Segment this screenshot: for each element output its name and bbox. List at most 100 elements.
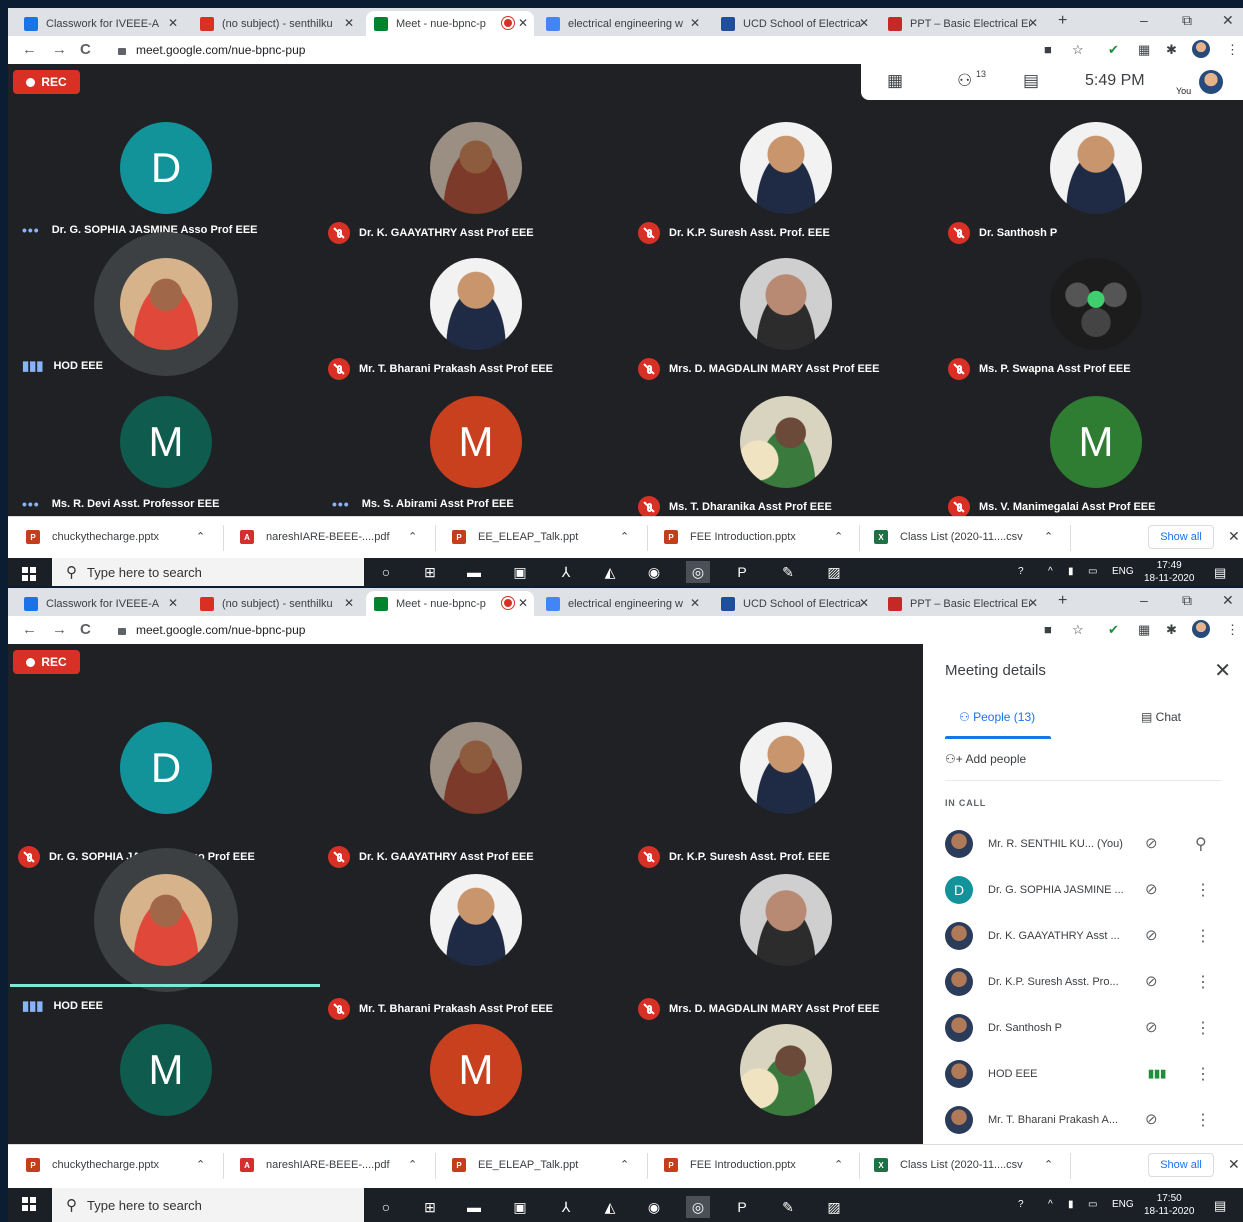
task-view-icon[interactable]: ⊞	[418, 561, 442, 583]
matlab-icon[interactable]: ◭	[598, 561, 622, 583]
minimize-button[interactable]: –	[1140, 592, 1148, 608]
participant-row[interactable]: Dr. K.P. Suresh Asst. Pro... ⊘ ⋮	[945, 962, 1225, 1002]
download-item[interactable]: P EE_ELEAP_Talk.ppt	[452, 530, 578, 544]
battery-icon[interactable]: ▭	[1088, 1199, 1097, 1210]
store-icon[interactable]: ▣	[508, 1196, 532, 1218]
mic-icon[interactable]: ▮	[1068, 566, 1074, 577]
puzzle-icon[interactable]: ✱	[1166, 42, 1177, 58]
participant-tile[interactable]: Mr. T. Bharani Prakash Asst Prof EEE	[320, 828, 630, 1020]
chevron-up-icon[interactable]: ⌃	[1044, 530, 1053, 543]
close-tab-icon[interactable]: ✕	[1028, 596, 1038, 610]
battery-icon[interactable]: ▭	[1088, 566, 1097, 577]
participant-tile[interactable]: Dr. Santhosh P	[940, 72, 1243, 244]
task-view-icon[interactable]: ⊞	[418, 1196, 442, 1218]
chevron-up-icon[interactable]: ⌃	[834, 1158, 843, 1171]
paint-icon[interactable]: ✎	[776, 561, 800, 583]
url-field[interactable]: meet.google.com/nue-bpnc-pup	[106, 39, 1036, 61]
chevron-up-icon[interactable]: ⌃	[620, 530, 629, 543]
close-tab-icon[interactable]: ✕	[168, 596, 178, 610]
close-icon[interactable]: ✕	[1214, 658, 1231, 683]
close-tab-icon[interactable]: ✕	[344, 16, 354, 30]
download-item[interactable]: AnareshIARE-BEEE-....pdf	[240, 530, 390, 544]
pin-icon[interactable]: ⚲	[1195, 834, 1207, 854]
participant-tile[interactable]: Dr. K. GAAYATHRY Asst Prof EEE	[320, 72, 630, 244]
participant-tile[interactable]: Dr. K.P. Suresh Asst. Prof. EEE	[630, 72, 940, 244]
tab-ucd[interactable]: UCD School of Electrica ✕	[713, 591, 875, 616]
tab-meet[interactable]: Meet - nue-bpnc-p ✕	[366, 591, 534, 616]
notification-icon[interactable]: ▤	[1214, 565, 1226, 581]
download-item[interactable]: Pchuckythecharge.pptx	[26, 530, 159, 544]
chevron-up-icon[interactable]: ⌃	[620, 1158, 629, 1171]
participant-tile[interactable]: Mrs. D. MAGDALIN MARY Asst Prof EEE	[630, 208, 940, 380]
chrome-canary-icon[interactable]: ◉	[642, 1196, 666, 1218]
photos-icon[interactable]: ▨	[822, 561, 846, 583]
language-indicator[interactable]: ENG	[1112, 1199, 1134, 1210]
show-all-button[interactable]: Show all	[1148, 525, 1214, 549]
participant-row[interactable]: Mr. R. SENTHIL KU... (You) ⊘ ⚲	[945, 824, 1225, 864]
tab-no[interactable]: (no subject) - senthilku ✕	[192, 11, 360, 36]
participant-tile[interactable]: Ms. T. Dharanika Asst Prof EEE	[630, 978, 940, 1170]
restore-button[interactable]: ⧉	[1182, 592, 1192, 609]
tab-classwork[interactable]: Classwork for IVEEE-A ✕	[16, 11, 184, 36]
chrome-canary-icon[interactable]: ◉	[642, 561, 666, 583]
reload-icon[interactable]: C	[80, 621, 91, 638]
acrobat-icon[interactable]: ⅄	[554, 1196, 578, 1218]
windows-start-icon[interactable]	[22, 567, 36, 581]
chevron-up-icon[interactable]: ^	[1048, 1199, 1053, 1210]
chevron-up-icon[interactable]: ⌃	[196, 530, 205, 543]
participant-tile[interactable]: Mrs. D. MAGDALIN MARY Asst Prof EEE	[630, 828, 940, 1020]
download-item[interactable]: Pchuckythecharge.pptx	[26, 1158, 159, 1172]
paint-icon[interactable]: ✎	[776, 1196, 800, 1218]
camera-icon[interactable]: ■	[1044, 622, 1052, 637]
back-icon[interactable]: ←	[22, 621, 37, 638]
participant-tile[interactable]: Ms. P. Swapna Asst Prof EEE	[940, 208, 1243, 380]
participant-tile[interactable]: Dr. K.P. Suresh Asst. Prof. EEE	[630, 676, 940, 868]
download-item[interactable]: X Class List (2020-11....csv	[874, 1158, 1023, 1172]
minimize-button[interactable]: –	[1140, 12, 1148, 28]
system-clock[interactable]: 17:49 18-11-2020	[1144, 559, 1194, 585]
forward-icon[interactable]: →	[52, 41, 67, 58]
participant-row[interactable]: Mr. T. Bharani Prakash A... ⊘ ⋮	[945, 1100, 1225, 1140]
participant-tile[interactable]: Mr. T. Bharani Prakash Asst Prof EEE	[320, 208, 630, 380]
participant-tile[interactable]: ▮▮▮ HOD EEE	[10, 208, 320, 373]
url-field[interactable]: meet.google.com/nue-bpnc-pup	[106, 619, 1036, 641]
close-icon[interactable]: ✕	[1228, 1156, 1240, 1173]
add-people-button[interactable]: ⚇+ Add people	[945, 752, 1026, 766]
chevron-up-icon[interactable]: ⌃	[408, 530, 417, 543]
chevron-up-icon[interactable]: ⌃	[408, 1158, 417, 1171]
participant-row[interactable]: Dr. Santhosh P ⊘ ⋮	[945, 1008, 1225, 1048]
camera-icon[interactable]: ■	[1044, 42, 1052, 57]
menu-icon[interactable]: ⋮	[1226, 622, 1239, 638]
chrome-icon[interactable]: ◎	[686, 1196, 710, 1218]
mic-icon[interactable]: ▮	[1068, 1199, 1074, 1210]
language-indicator[interactable]: ENG	[1112, 566, 1134, 577]
puzzle-icon[interactable]: ✱	[1166, 622, 1177, 638]
participant-tile[interactable]: M ••• Ms. S. Abirami Asst Prof EEE	[320, 346, 630, 512]
windows-start-icon[interactable]	[22, 1197, 36, 1211]
close-tab-icon[interactable]: ✕	[518, 16, 528, 30]
participant-row[interactable]: D Dr. G. SOPHIA JASMINE ... ⊘ ⋮	[945, 870, 1225, 910]
grid-extension-icon[interactable]: ▦	[1138, 42, 1150, 58]
forward-icon[interactable]: →	[52, 621, 67, 638]
star-icon[interactable]: ☆	[1072, 42, 1084, 58]
tab-electrical[interactable]: electrical engineering w ✕	[538, 11, 706, 36]
participant-row[interactable]: Dr. K. GAAYATHRY Asst ... ⊘ ⋮	[945, 916, 1225, 956]
participant-tile[interactable]: Dr. K. GAAYATHRY Asst Prof EEE	[320, 676, 630, 868]
powerpoint-icon[interactable]: P	[730, 561, 754, 583]
tab-ucd[interactable]: UCD School of Electrica ✕	[713, 11, 875, 36]
chevron-up-icon[interactable]: ^	[1048, 566, 1053, 577]
system-clock[interactable]: 17:50 18-11-2020	[1144, 1192, 1194, 1218]
notification-icon[interactable]: ▤	[1214, 1198, 1226, 1214]
download-item[interactable]: P FEE Introduction.pptx	[664, 530, 796, 544]
back-icon[interactable]: ←	[22, 41, 37, 58]
reload-icon[interactable]: C	[80, 41, 91, 58]
cortana-icon[interactable]: ○	[374, 561, 398, 583]
tab-meet[interactable]: Meet - nue-bpnc-p ✕	[366, 11, 534, 36]
profile-avatar[interactable]	[1192, 620, 1210, 638]
participant-tile[interactable]: M ••• Ms. R. Devi Asst. Professor EEE	[10, 346, 320, 512]
tab-chat[interactable]: ▤ Chat	[1141, 710, 1181, 724]
more-options-icon[interactable]: ⋮	[1195, 1064, 1211, 1084]
close-tab-icon[interactable]: ✕	[690, 596, 700, 610]
show-all-button[interactable]: Show all	[1148, 1153, 1214, 1177]
tab-classwork[interactable]: Classwork for IVEEE-A ✕	[16, 591, 184, 616]
